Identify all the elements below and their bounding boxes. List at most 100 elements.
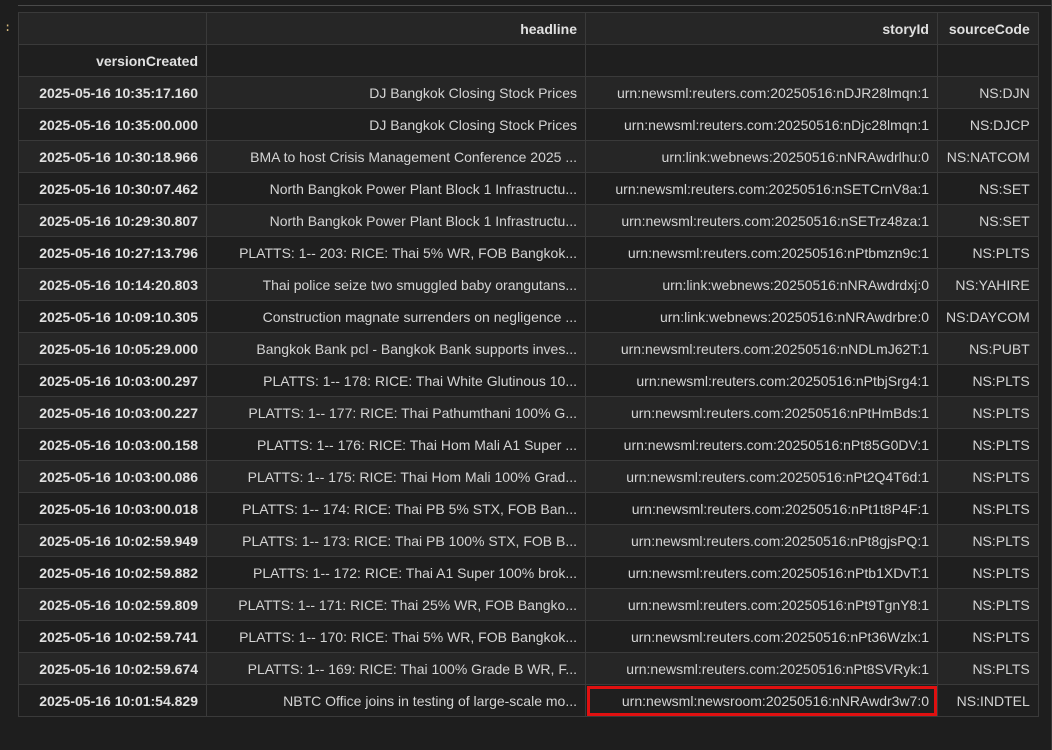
cell-storyid: urn:link:webnews:20250516:nNRAwdrlhu:0 <box>585 140 938 173</box>
cell-storyid: urn:newsml:reuters.com:20250516:nPt8SVRy… <box>585 652 938 685</box>
row-index-versioncreated: 2025-05-16 10:30:18.966 <box>18 140 207 173</box>
table-body: 2025-05-16 10:35:17.160 DJ Bangkok Closin… <box>18 76 1039 717</box>
table-row: 2025-05-16 10:03:00.086 PLATTS: 1-- 175: … <box>18 460 1039 493</box>
cell-headline: BMA to host Crisis Management Conference… <box>206 140 586 173</box>
cell-sourcecode: NS:DAYCOM <box>937 300 1039 333</box>
cell-storyid: urn:newsml:reuters.com:20250516:nPt1t8P4… <box>585 492 938 525</box>
cell-storyid: urn:newsml:newsroom:20250516:nNRAwdr3w7:… <box>585 684 938 717</box>
row-index-versioncreated: 2025-05-16 10:02:59.674 <box>18 652 207 685</box>
row-index-versioncreated: 2025-05-16 10:09:10.305 <box>18 300 207 333</box>
cell-storyid: urn:newsml:reuters.com:20250516:nDjc28lm… <box>585 108 938 141</box>
cell-storyid: urn:newsml:reuters.com:20250516:nDJR28lm… <box>585 76 938 109</box>
cell-storyid: urn:link:webnews:20250516:nNRAwdrdxj:0 <box>585 268 938 301</box>
row-index-versioncreated: 2025-05-16 10:03:00.227 <box>18 396 207 429</box>
cell-headline: PLATTS: 1-- 171: RICE: Thai 25% WR, FOB … <box>206 588 586 621</box>
cell-sourcecode: NS:PLTS <box>937 236 1039 269</box>
cell-sourcecode: NS:NATCOM <box>937 140 1039 173</box>
cell-sourcecode: NS:DJCP <box>937 108 1039 141</box>
cell-headline: DJ Bangkok Closing Stock Prices <box>206 108 586 141</box>
column-header-row: headline storyId sourceCode <box>18 12 1039 45</box>
table-row: 2025-05-16 10:03:00.018 PLATTS: 1-- 174: … <box>18 492 1039 525</box>
output-marker: : <box>4 20 12 34</box>
table-header: headline storyId sourceCode versionCreat… <box>18 12 1039 77</box>
cell-storyid: urn:newsml:reuters.com:20250516:nPtb1XDv… <box>585 556 938 589</box>
cell-sourcecode: NS:PUBT <box>937 332 1039 365</box>
row-index-versioncreated: 2025-05-16 10:27:13.796 <box>18 236 207 269</box>
row-index-versioncreated: 2025-05-16 10:05:29.000 <box>18 332 207 365</box>
row-index-versioncreated: 2025-05-16 10:14:20.803 <box>18 268 207 301</box>
row-index-versioncreated: 2025-05-16 10:02:59.809 <box>18 588 207 621</box>
table-row: 2025-05-16 10:03:00.158 PLATTS: 1-- 176: … <box>18 428 1039 461</box>
table-row: 2025-05-16 10:02:59.809 PLATTS: 1-- 171: … <box>18 588 1039 621</box>
row-index-versioncreated: 2025-05-16 10:02:59.882 <box>18 556 207 589</box>
cell-sourcecode: NS:DJN <box>937 76 1039 109</box>
index-name-header: versionCreated <box>18 44 207 77</box>
cell-storyid: urn:newsml:reuters.com:20250516:nPt2Q4T6… <box>585 460 938 493</box>
table-row: 2025-05-16 10:03:00.227 PLATTS: 1-- 177: … <box>18 396 1039 429</box>
cell-storyid: urn:link:webnews:20250516:nNRAwdrbre:0 <box>585 300 938 333</box>
cell-headline: Thai police seize two smuggled baby oran… <box>206 268 586 301</box>
cell-storyid: urn:newsml:reuters.com:20250516:nSETrz48… <box>585 204 938 237</box>
table-row: 2025-05-16 10:03:00.297 PLATTS: 1-- 178: … <box>18 364 1039 397</box>
cell-headline: PLATTS: 1-- 177: RICE: Thai Pathumthani … <box>206 396 586 429</box>
cell-headline: PLATTS: 1-- 172: RICE: Thai A1 Super 100… <box>206 556 586 589</box>
table-row: 2025-05-16 10:02:59.674 PLATTS: 1-- 169: … <box>18 652 1039 685</box>
cell-sourcecode: NS:PLTS <box>937 492 1039 525</box>
index-name-blank <box>585 44 938 77</box>
row-index-versioncreated: 2025-05-16 10:02:59.741 <box>18 620 207 653</box>
cell-headline: PLATTS: 1-- 176: RICE: Thai Hom Mali A1 … <box>206 428 586 461</box>
cell-storyid: urn:newsml:reuters.com:20250516:nPt36Wzl… <box>585 620 938 653</box>
cell-divider <box>18 5 1052 6</box>
cell-sourcecode: NS:PLTS <box>937 460 1039 493</box>
table-row: 2025-05-16 10:27:13.796 PLATTS: 1-- 203: … <box>18 236 1039 269</box>
row-index-versioncreated: 2025-05-16 10:35:17.160 <box>18 76 207 109</box>
cell-headline: Construction magnate surrenders on negli… <box>206 300 586 333</box>
cell-headline: PLATTS: 1-- 169: RICE: Thai 100% Grade B… <box>206 652 586 685</box>
cell-headline: PLATTS: 1-- 203: RICE: Thai 5% WR, FOB B… <box>206 236 586 269</box>
cell-headline: PLATTS: 1-- 170: RICE: Thai 5% WR, FOB B… <box>206 620 586 653</box>
table-row: 2025-05-16 10:09:10.305 Construction magn… <box>18 300 1039 333</box>
cell-headline: PLATTS: 1-- 173: RICE: Thai PB 100% STX,… <box>206 524 586 557</box>
cell-sourcecode: NS:PLTS <box>937 620 1039 653</box>
cell-storyid: urn:newsml:reuters.com:20250516:nPtbmzn9… <box>585 236 938 269</box>
table-row: 2025-05-16 10:29:30.807 North Bangkok Pow… <box>18 204 1039 237</box>
cell-sourcecode: NS:PLTS <box>937 428 1039 461</box>
row-index-versioncreated: 2025-05-16 10:01:54.829 <box>18 684 207 717</box>
index-header-blank <box>18 12 207 45</box>
cell-storyid: urn:newsml:reuters.com:20250516:nPt8gjsP… <box>585 524 938 557</box>
row-index-versioncreated: 2025-05-16 10:03:00.158 <box>18 428 207 461</box>
cell-sourcecode: NS:PLTS <box>937 364 1039 397</box>
index-name-blank <box>206 44 586 77</box>
row-index-versioncreated: 2025-05-16 10:02:59.949 <box>18 524 207 557</box>
row-index-versioncreated: 2025-05-16 10:03:00.086 <box>18 460 207 493</box>
dataframe-table: headline storyId sourceCode versionCreat… <box>18 12 1039 717</box>
row-index-versioncreated: 2025-05-16 10:29:30.807 <box>18 204 207 237</box>
cell-headline: PLATTS: 1-- 178: RICE: Thai White Glutin… <box>206 364 586 397</box>
table-row: 2025-05-16 10:02:59.949 PLATTS: 1-- 173: … <box>18 524 1039 557</box>
table-row: 2025-05-16 10:35:17.160 DJ Bangkok Closin… <box>18 76 1039 109</box>
index-name-row: versionCreated <box>18 44 1039 77</box>
column-header-sourcecode: sourceCode <box>937 12 1039 45</box>
table-row: 2025-05-16 10:30:18.966 BMA to host Crisi… <box>18 140 1039 173</box>
index-name-blank <box>937 44 1039 77</box>
cell-sourcecode: NS:PLTS <box>937 524 1039 557</box>
cell-sourcecode: NS:INDTEL <box>937 684 1039 717</box>
cell-storyid: urn:newsml:reuters.com:20250516:nPtHmBds… <box>585 396 938 429</box>
cell-storyid: urn:newsml:reuters.com:20250516:nPtbjSrg… <box>585 364 938 397</box>
cell-headline: North Bangkok Power Plant Block 1 Infras… <box>206 172 586 205</box>
cell-sourcecode: NS:YAHIRE <box>937 268 1039 301</box>
notebook-output: : headline storyId sourceCode versionCre… <box>0 0 1052 750</box>
cell-storyid: urn:newsml:reuters.com:20250516:nPt85G0D… <box>585 428 938 461</box>
cell-headline: PLATTS: 1-- 174: RICE: Thai PB 5% STX, F… <box>206 492 586 525</box>
column-header-headline: headline <box>206 12 586 45</box>
cell-headline: Bangkok Bank pcl - Bangkok Bank supports… <box>206 332 586 365</box>
cell-headline: North Bangkok Power Plant Block 1 Infras… <box>206 204 586 237</box>
cell-storyid: urn:newsml:reuters.com:20250516:nPt9TgnY… <box>585 588 938 621</box>
column-header-storyid: storyId <box>585 12 938 45</box>
table-row: 2025-05-16 10:30:07.462 North Bangkok Pow… <box>18 172 1039 205</box>
cell-headline: PLATTS: 1-- 175: RICE: Thai Hom Mali 100… <box>206 460 586 493</box>
table-row: 2025-05-16 10:02:59.741 PLATTS: 1-- 170: … <box>18 620 1039 653</box>
cell-sourcecode: NS:PLTS <box>937 588 1039 621</box>
table-row: 2025-05-16 10:01:54.829 NBTC Office joins… <box>18 684 1039 717</box>
row-index-versioncreated: 2025-05-16 10:30:07.462 <box>18 172 207 205</box>
